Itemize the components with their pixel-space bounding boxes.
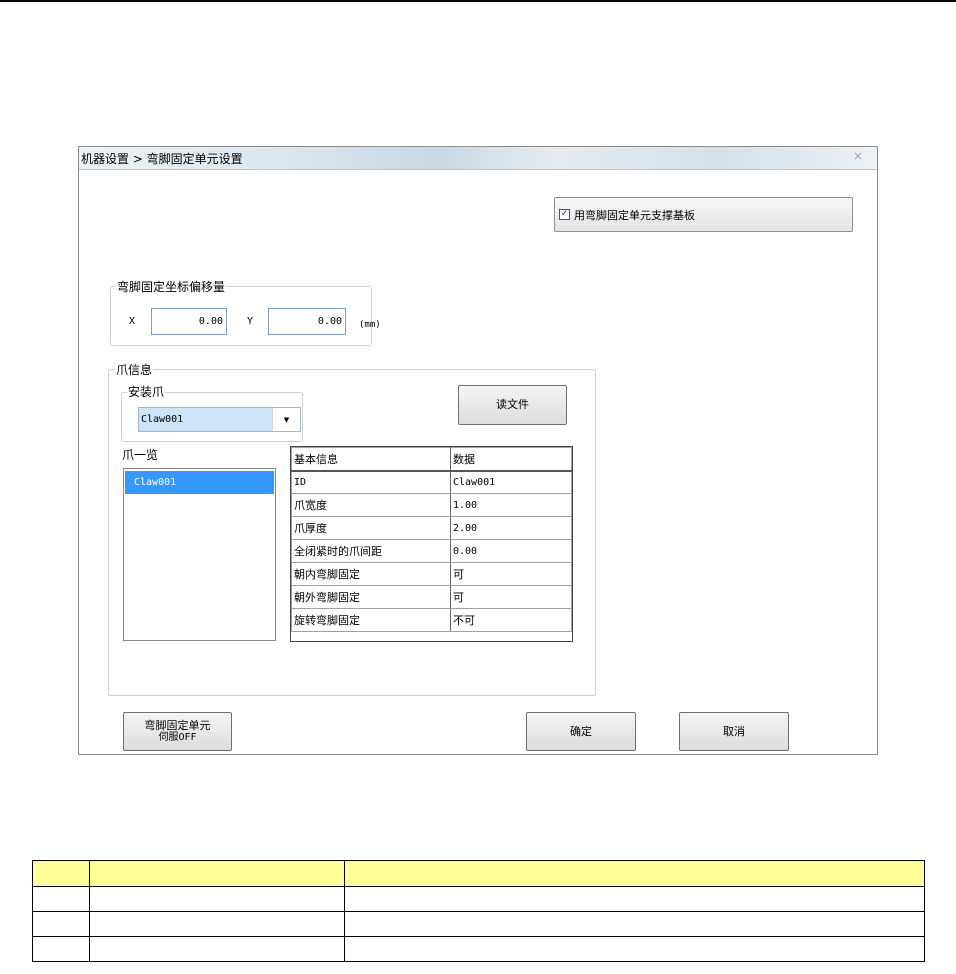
table-row [32, 936, 925, 962]
unit-label: (mm) [359, 320, 381, 330]
table-row[interactable]: 爪厚度 2.00 [291, 516, 572, 540]
grid-cell-key: 朝外弯脚固定 [291, 585, 451, 609]
grid-cell-key: 全闭紧时的爪间距 [291, 539, 451, 563]
use-board-support-checkbox[interactable]: ✓ 用弯脚固定单元支撑基板 [554, 197, 853, 232]
y-label: Y [247, 316, 254, 327]
checkbox-check-icon[interactable]: ✓ [559, 209, 570, 220]
description-table [32, 860, 925, 962]
table-row[interactable]: 旋转弯脚固定 不可 [291, 608, 572, 632]
install-claw-value: Claw001 [141, 414, 184, 425]
offset-group-label: 弯脚固定坐标偏移量 [116, 278, 227, 295]
claw-list-label: 爪一览 [121, 446, 160, 463]
chevron-down-icon[interactable]: ▼ [272, 408, 300, 431]
grid-cell-value[interactable]: 不可 [450, 608, 572, 632]
table-row [32, 911, 925, 937]
table-row[interactable]: 朝外弯脚固定 可 [291, 585, 572, 609]
page-top-rule [0, 0, 956, 2]
table-row[interactable]: 全闭紧时的爪间距 0.00 [291, 539, 572, 563]
install-claw-dropdown[interactable]: Claw001 ▼ [138, 407, 301, 432]
grid-header-basic-info: 基本信息 [291, 447, 451, 472]
x-offset-input[interactable]: 0.00 [151, 308, 227, 335]
claw-info-label: 爪信息 [115, 361, 154, 378]
grid-cell-key: 旋转弯脚固定 [291, 608, 451, 632]
grid-cell-value[interactable]: 2.00 [450, 516, 572, 540]
list-item[interactable]: Claw001 [125, 471, 274, 494]
grid-cell-value[interactable]: Claw001 [450, 470, 572, 494]
read-file-button[interactable]: 读文件 [458, 385, 567, 425]
ok-button[interactable]: 确定 [526, 712, 636, 751]
grid-cell-key: ID [291, 470, 451, 494]
x-label: X [129, 316, 136, 327]
servo-off-button[interactable]: 弯脚固定单元 伺服OFF [123, 712, 232, 751]
claw-listbox[interactable]: Claw001 [123, 468, 276, 641]
table-row[interactable]: ID Claw001 [291, 470, 572, 494]
grid-cell-key: 爪宽度 [291, 493, 451, 517]
dialog-titlebar[interactable]: 机器设置 > 弯脚固定单元设置 × [79, 147, 877, 170]
cancel-button[interactable]: 取消 [679, 712, 789, 751]
grid-cell-value[interactable]: 1.00 [450, 493, 572, 517]
table-row[interactable]: 爪宽度 1.00 [291, 493, 572, 517]
y-offset-input[interactable]: 0.00 [268, 308, 346, 335]
grid-header-row: 基本信息 数据 [291, 447, 572, 472]
checkbox-label: 用弯脚固定单元支撑基板 [574, 208, 695, 222]
install-claw-label: 安装爪 [127, 383, 166, 400]
grid-cell-value[interactable]: 可 [450, 562, 572, 586]
table-header-row [32, 860, 925, 887]
grid-header-data: 数据 [450, 447, 572, 472]
grid-cell-key: 爪厚度 [291, 516, 451, 540]
servo-off-label-line1: 弯脚固定单元 [144, 718, 211, 732]
dialog-title: 机器设置 > 弯脚固定单元设置 [81, 152, 243, 166]
grid-cell-value[interactable]: 0.00 [450, 539, 572, 563]
bend-clamp-settings-dialog: 机器设置 > 弯脚固定单元设置 × ✓ 用弯脚固定单元支撑基板 弯脚固定坐标偏移… [78, 146, 878, 755]
close-icon[interactable]: × [853, 149, 863, 163]
claw-info-grid: 基本信息 数据 ID Claw001 爪宽度 1.00 爪厚度 2.00 全闭紧… [290, 446, 573, 642]
servo-off-label-line2: 伺服OFF [158, 731, 197, 743]
grid-cell-value[interactable]: 可 [450, 585, 572, 609]
grid-cell-key: 朝内弯脚固定 [291, 562, 451, 586]
table-row [32, 886, 925, 912]
table-row[interactable]: 朝内弯脚固定 可 [291, 562, 572, 586]
